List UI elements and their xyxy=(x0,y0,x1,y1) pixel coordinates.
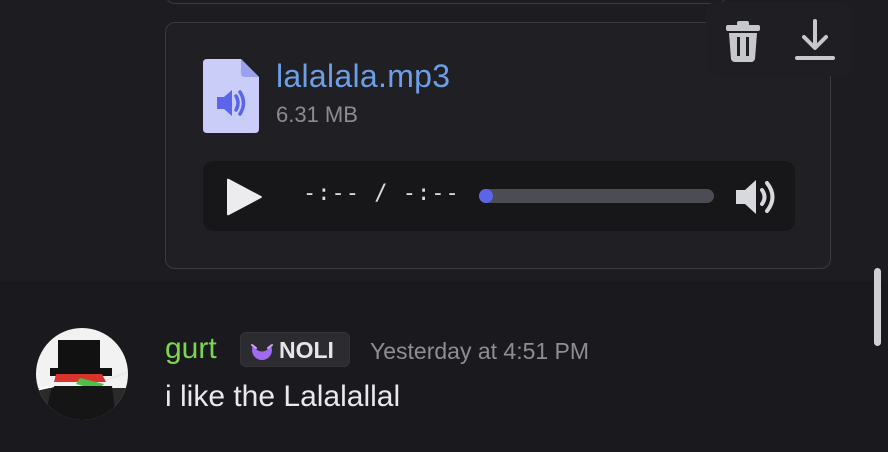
file-name-link[interactable]: lalalala.mp3 xyxy=(276,58,450,95)
message-content: i like the Lalalallal xyxy=(165,380,401,413)
progress-bar[interactable] xyxy=(479,189,714,203)
audio-player: -:-- / -:-- xyxy=(203,161,795,231)
chat-message: gurt NOLI Yesterday at 4:51 PM i like th… xyxy=(0,282,888,452)
trash-icon[interactable] xyxy=(718,15,768,65)
time-display: -:-- / -:-- xyxy=(303,181,460,206)
progress-handle[interactable] xyxy=(479,189,493,203)
previous-attachment-card xyxy=(165,0,727,4)
avatar[interactable] xyxy=(36,328,128,420)
download-icon[interactable] xyxy=(790,15,840,65)
previous-message-area: lalalala.mp3 6.31 MB -:-- / -:-- xyxy=(0,0,888,281)
chat-view: lalalala.mp3 6.31 MB -:-- / -:-- gurt NO… xyxy=(0,0,888,452)
username[interactable]: gurt xyxy=(165,332,217,366)
crescent-icon xyxy=(251,339,273,360)
volume-icon[interactable] xyxy=(734,176,784,218)
play-icon[interactable] xyxy=(223,178,263,216)
audio-file-icon[interactable] xyxy=(203,59,259,133)
file-size: 6.31 MB xyxy=(276,102,358,127)
server-tag[interactable]: NOLI xyxy=(240,332,350,367)
message-timestamp: Yesterday at 4:51 PM xyxy=(370,338,590,364)
server-tag-label: NOLI xyxy=(279,337,334,363)
attachment-hover-toolbar xyxy=(706,2,852,76)
